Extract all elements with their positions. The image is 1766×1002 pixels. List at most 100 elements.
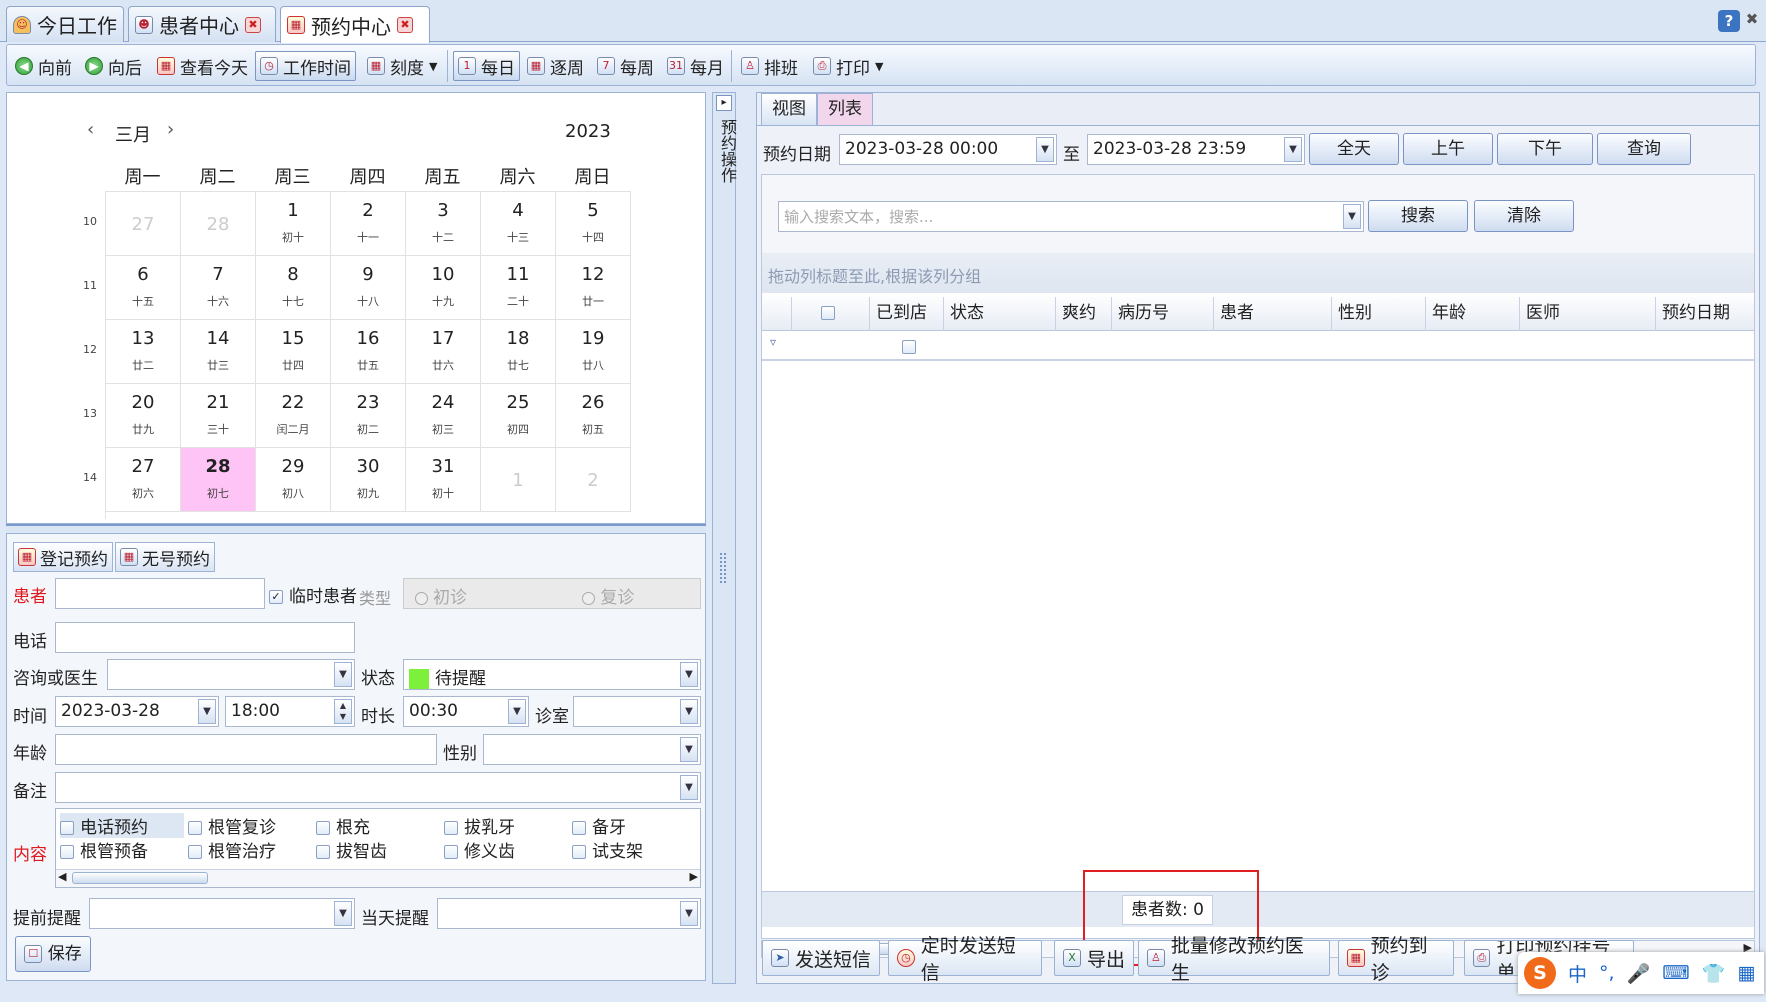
column-header[interactable]: 状态 [944,297,1056,331]
dropdown-arrow-icon[interactable]: ▼ [680,737,698,762]
column-header[interactable]: 性别 [1332,297,1426,331]
ime-menu-icon[interactable]: ▦ [1737,962,1755,984]
column-header[interactable]: 预约日期 [1656,297,1754,331]
patient-input[interactable] [55,578,265,609]
checklist-scrollbar[interactable]: ◀ ▶ [56,869,700,887]
query-button[interactable]: 查询 [1597,133,1691,165]
allday-button[interactable]: 全天 [1309,133,1399,165]
tab-today-work[interactable]: ☺ 今日工作 [6,6,124,42]
calendar-day[interactable]: 18 廿七 [481,320,556,384]
scheduled-sms-button[interactable]: ◷ 定时发送短信 [888,935,1042,984]
tab-list[interactable]: 列表 [817,93,873,125]
weekly-button[interactable]: 7 每周 [593,51,658,81]
byweek-button[interactable]: ▦ 逐周 [523,51,588,81]
search-input[interactable]: 输入搜索文本，搜索... ▼ [778,201,1364,232]
column-header[interactable]: 爽约 [1056,297,1112,331]
daily-button[interactable]: 1 每日 [453,51,520,81]
calendar-day[interactable]: 14 廿三 [181,320,256,384]
dropdown-arrow-icon[interactable]: ▼ [1036,137,1054,162]
next-month-icon[interactable]: › [167,119,174,140]
column-header[interactable]: 医师 [1520,297,1656,331]
tab-view[interactable]: 视图 [761,93,817,125]
sameday-remind-select[interactable]: ▼ [437,898,701,929]
calendar-day[interactable]: 28 初七 [181,448,256,512]
column-header[interactable]: 年龄 [1426,297,1520,331]
tab-no-number-appointment[interactable]: ▦ 无号预约 [115,542,215,572]
content-checkbox[interactable]: 根充 [316,813,440,838]
calendar-day[interactable]: 28 [181,192,256,256]
scrollbar-thumb[interactable] [72,872,208,884]
spin-icon[interactable]: ▲ ▼ [334,699,352,724]
doctor-select[interactable]: ▼ [107,659,355,690]
column-header[interactable]: 病历号 [1112,297,1214,331]
panel-splitter[interactable] [6,524,706,533]
calendar-day[interactable]: 30 初九 [331,448,406,512]
dropdown-arrow-icon[interactable]: ▼ [680,662,698,687]
close-tab-icon[interactable]: ✖ [245,16,261,33]
age-input[interactable] [55,734,437,765]
advance-remind-select[interactable]: ▼ [89,898,355,929]
content-checkbox[interactable]: 拔乳牙 [444,813,568,838]
column-header[interactable]: 已到店 [870,297,944,331]
export-button[interactable]: X 导出 [1054,940,1134,976]
ime-keyboard-icon[interactable]: ⌨ [1662,962,1689,984]
dropdown-arrow-icon[interactable]: ▼ [508,699,526,724]
scale-dropdown[interactable]: ▦ 刻度 ▼ [363,51,441,81]
room-select[interactable]: ▼ [573,696,701,727]
tab-appointment-center[interactable]: ▦ 预约中心 ✖ [280,6,430,43]
calendar-day[interactable]: 26 初五 [556,384,631,448]
dropdown-arrow-icon[interactable]: ▼ [680,901,698,926]
print-dropdown[interactable]: ⎙ 打印 ▼ [809,51,887,81]
dropdown-arrow-icon[interactable]: ▼ [334,901,352,926]
calendar-day[interactable]: 27 初六 [106,448,181,512]
morning-button[interactable]: 上午 [1403,133,1493,165]
content-checkbox[interactable]: 根管预备 [60,837,184,862]
column-header[interactable]: 患者 [1214,297,1332,331]
calendar-day[interactable]: 3 十二 [406,192,481,256]
tab-register-appointment[interactable]: ▦ 登记预约 [13,542,113,572]
calendar-day[interactable]: 10 十九 [406,256,481,320]
calendar-day[interactable]: 4 十三 [481,192,556,256]
dropdown-arrow-icon[interactable]: ▼ [198,699,216,724]
phone-input[interactable] [55,622,355,653]
duration-select[interactable]: 00:30 ▼ [403,696,529,727]
filter-arrived-checkbox[interactable] [902,337,922,357]
content-checkbox[interactable]: 试支架 [572,837,696,862]
search-button[interactable]: 搜索 [1368,200,1468,232]
calendar-day[interactable]: 12 廿一 [556,256,631,320]
appointment-arrive-button[interactable]: ▦ 预约到诊 [1338,935,1454,984]
schedule-button[interactable]: ♙ 排班 [737,51,802,81]
calendar-day[interactable]: 11 二十 [481,256,556,320]
calendar-day[interactable]: 23 初二 [331,384,406,448]
calendar-day[interactable]: 6 十五 [106,256,181,320]
content-checkbox[interactable]: 根管治疗 [188,837,312,862]
close-window-icon[interactable]: ✖ [1742,10,1762,30]
calendar-day[interactable]: 17 廿六 [406,320,481,384]
calendar-day[interactable]: 16 廿五 [331,320,406,384]
ime-chinese-mode[interactable]: 中 [1568,960,1587,987]
date-from-input[interactable]: 2023-03-28 00:00 ▼ [839,134,1057,165]
expand-icon[interactable]: ▸ [716,95,732,111]
dropdown-arrow-icon[interactable]: ▼ [334,662,352,687]
date-input[interactable]: 2023-03-28 ▼ [55,696,219,727]
calendar-day[interactable]: 1 初十 [256,192,331,256]
view-today-button[interactable]: ▦ 查看今天 [153,51,252,81]
splitter-grip-icon[interactable] [720,553,726,583]
calendar-day[interactable]: 25 初四 [481,384,556,448]
calendar-day[interactable]: 2 十一 [331,192,406,256]
calendar-day[interactable]: 24 初三 [406,384,481,448]
clear-button[interactable]: 清除 [1474,200,1574,232]
content-checkbox[interactable]: 修义齿 [444,837,568,862]
batch-change-doctor-button[interactable]: ♙ 批量修改预约医生 [1138,935,1330,984]
ime-punctuation[interactable]: °, [1599,962,1615,984]
date-to-input[interactable]: 2023-03-28 23:59 ▼ [1087,134,1305,165]
scroll-left-icon[interactable]: ◀ [58,870,66,883]
content-checkbox[interactable]: 电话预约 [60,813,184,838]
calendar-day[interactable]: 21 三十 [181,384,256,448]
content-checkbox[interactable]: 备牙 [572,813,696,838]
calendar-day[interactable]: 8 十七 [256,256,331,320]
calendar-day[interactable]: 29 初八 [256,448,331,512]
dropdown-arrow-icon[interactable]: ▼ [680,699,698,724]
help-icon[interactable]: ? [1718,10,1740,32]
send-sms-button[interactable]: ➤ 发送短信 [762,940,880,976]
